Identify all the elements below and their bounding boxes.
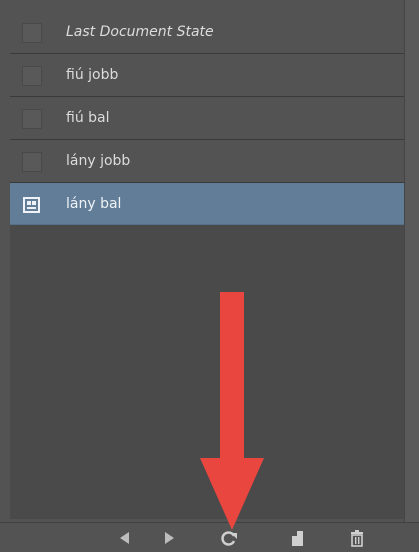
history-state-label: fiú jobb	[66, 67, 119, 83]
next-state-icon[interactable]	[158, 528, 180, 548]
refresh-icon[interactable]	[218, 528, 240, 548]
history-state-row[interactable]: lány jobb	[10, 140, 404, 183]
new-document-icon[interactable]	[286, 528, 308, 548]
history-state-row-selected[interactable]: lány bal	[10, 183, 404, 225]
history-footer-toolbar	[0, 522, 419, 550]
previous-state-icon[interactable]	[114, 528, 136, 548]
snapshot-icon	[22, 195, 42, 215]
panel-scrollbar[interactable]	[404, 0, 419, 549]
blank-thumbnail-icon	[22, 23, 42, 43]
blank-thumbnail-icon	[22, 66, 42, 86]
history-state-label: lány jobb	[66, 153, 131, 169]
history-state-label: Last Document State	[66, 24, 214, 40]
history-state-row[interactable]: fiú bal	[10, 97, 404, 140]
history-state-label: fiú bal	[66, 110, 110, 126]
blank-thumbnail-icon	[22, 109, 42, 129]
history-state-row[interactable]: fiú jobb	[10, 54, 404, 97]
history-panel: Last Document State fiú jobb fiú bal lán…	[0, 0, 419, 550]
history-state-label: lány bal	[66, 196, 122, 212]
blank-thumbnail-icon	[22, 152, 42, 172]
history-state-row[interactable]: Last Document State	[10, 11, 404, 54]
history-states-list: Last Document State fiú jobb fiú bal lán…	[10, 11, 404, 519]
trash-icon[interactable]	[346, 528, 368, 548]
